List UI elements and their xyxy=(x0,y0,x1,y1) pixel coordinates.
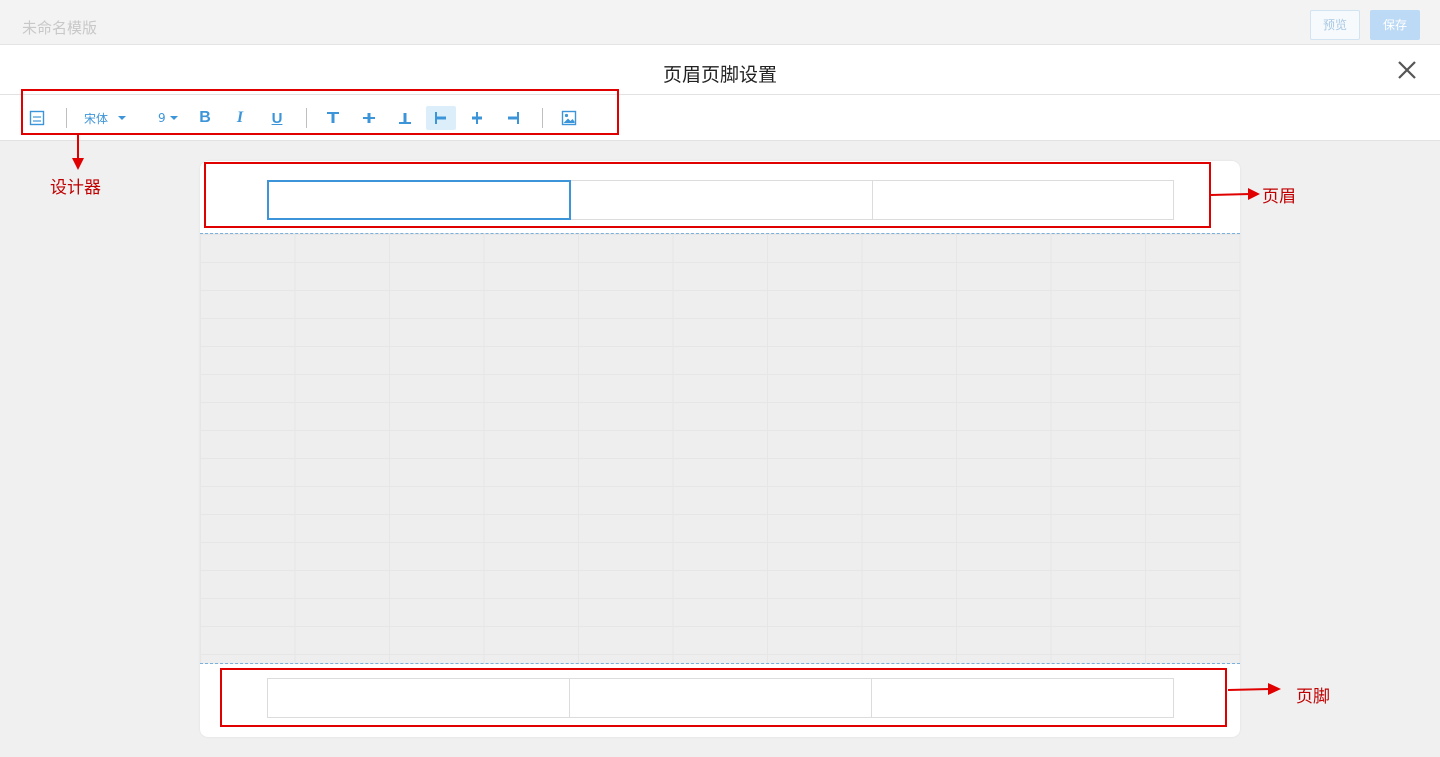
footer-cell-left[interactable] xyxy=(267,678,570,718)
italic-button[interactable]: I xyxy=(232,106,248,130)
insert-image-button[interactable] xyxy=(560,106,578,130)
font-family-value: 宋体 xyxy=(84,111,109,126)
toolbar-separator xyxy=(66,108,67,128)
footer-cell-right[interactable] xyxy=(872,678,1174,718)
template-title: 未命名模版 xyxy=(22,19,98,37)
align-bottom-icon xyxy=(399,113,411,124)
page-setting-button[interactable] xyxy=(28,106,46,130)
footer-row xyxy=(267,678,1174,718)
save-button[interactable]: 保存 xyxy=(1370,10,1420,40)
toolbar-separator xyxy=(306,108,307,128)
page-setting-icon xyxy=(29,110,45,126)
align-center-icon xyxy=(472,112,482,124)
dialog-header: 页眉页脚设置 xyxy=(0,45,1440,95)
header-row xyxy=(267,180,1174,220)
close-button[interactable] xyxy=(1394,57,1420,83)
dialog-title: 页眉页脚设置 xyxy=(662,64,777,86)
underline-button[interactable]: U xyxy=(268,106,286,130)
align-left-button[interactable] xyxy=(426,106,456,130)
footer-cell-center[interactable] xyxy=(570,678,872,718)
font-size-select[interactable]: 9 xyxy=(158,106,182,130)
designer-annotation-label: 设计器 xyxy=(50,178,101,198)
footer-annotation-label: 页脚 xyxy=(1296,687,1330,707)
page-canvas xyxy=(200,161,1240,737)
align-top-button[interactable] xyxy=(324,106,342,130)
font-family-select[interactable]: 宋体 xyxy=(84,106,136,130)
chevron-down-icon xyxy=(118,116,127,120)
align-right-icon xyxy=(508,112,519,124)
align-middle-button[interactable] xyxy=(360,106,378,130)
designer-toolbar: 宋体 9 B I U xyxy=(0,95,1440,141)
toolbar-separator xyxy=(542,108,543,128)
align-middle-icon xyxy=(363,113,375,123)
header-cell-right[interactable] xyxy=(872,180,1174,220)
align-left-icon xyxy=(435,112,446,124)
font-size-value: 9 xyxy=(158,111,166,125)
preview-button[interactable]: 预览 xyxy=(1310,10,1360,40)
bold-button[interactable]: B xyxy=(196,106,214,130)
app-top-bar: 未命名模版 预览 保存 xyxy=(0,0,1440,45)
page-body-grid xyxy=(200,233,1240,664)
align-top-icon xyxy=(327,112,339,123)
align-right-button[interactable] xyxy=(504,106,522,130)
image-icon xyxy=(561,110,577,126)
header-cell-center[interactable] xyxy=(571,180,873,220)
close-icon xyxy=(1398,61,1416,79)
align-center-button[interactable] xyxy=(468,106,486,130)
header-annotation-label: 页眉 xyxy=(1262,187,1296,207)
chevron-down-icon xyxy=(169,116,178,120)
align-bottom-button[interactable] xyxy=(396,106,414,130)
header-cell-left[interactable] xyxy=(267,180,572,220)
